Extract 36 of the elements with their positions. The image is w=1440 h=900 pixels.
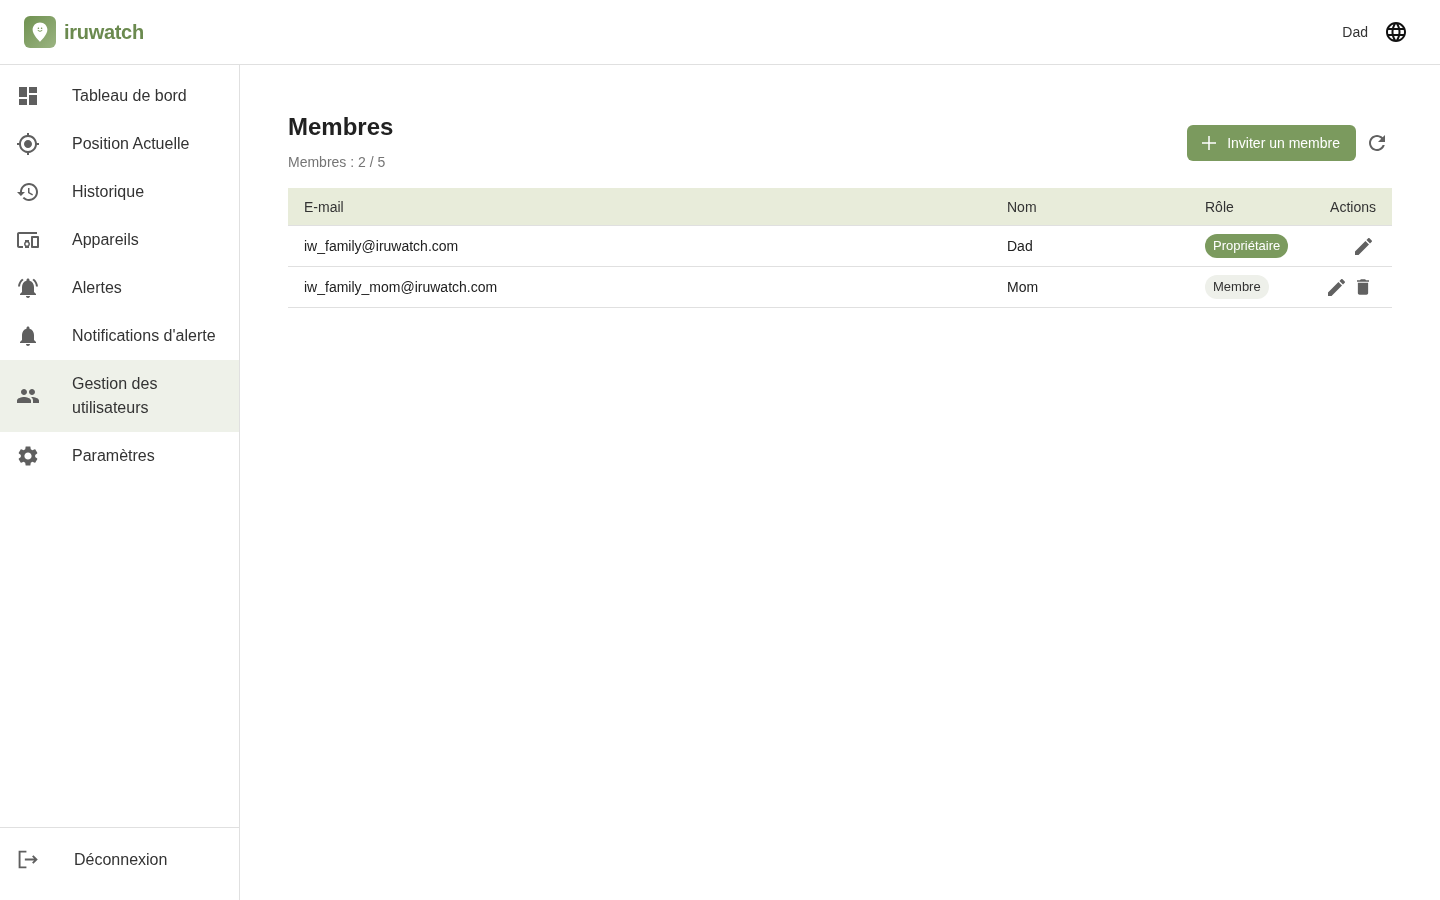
user-name: Dad [1342, 24, 1368, 40]
dashboard-icon [16, 84, 40, 108]
refresh-icon[interactable] [1369, 135, 1385, 151]
gear-icon [16, 444, 40, 468]
language-globe-icon[interactable] [1386, 22, 1406, 42]
history-icon [16, 180, 40, 204]
column-header: Actions [1308, 188, 1392, 226]
sidebar-item[interactable]: Position Actuelle [0, 120, 239, 168]
map-pin-logo-icon [24, 16, 56, 48]
brand-name: iruwatch [64, 20, 144, 44]
role-badge: Propriétaire [1205, 234, 1289, 258]
ringing-bell-icon [16, 276, 40, 300]
email-cell: iw_family_mom@iruwatch.com [288, 266, 991, 308]
member-count: Membres : 2 / 5 [288, 154, 387, 171]
sidebar-item[interactable]: Historique [0, 168, 239, 216]
page-title: Membres [288, 113, 394, 141]
sidebar-item[interactable]: Alertes [0, 264, 239, 312]
role-badge: Membre [1205, 275, 1269, 299]
plus-icon [1202, 136, 1217, 150]
name-cell: Dad [991, 225, 1189, 267]
edit-icon[interactable] [1355, 237, 1372, 255]
name-cell: Mom [991, 266, 1189, 308]
email-cell: iw_family@iruwatch.com [288, 225, 991, 267]
crosshair-icon [16, 132, 40, 156]
edit-icon[interactable] [1328, 278, 1345, 296]
sidebar-item[interactable]: Tableau de bord [0, 72, 239, 120]
delete-icon[interactable] [1357, 279, 1369, 295]
sidebar-item[interactable]: Appareils [0, 216, 239, 264]
column-header: Rôle [1189, 188, 1308, 226]
logout-arrow-icon [16, 850, 38, 869]
sidebar-item[interactable]: Paramètres [0, 432, 239, 480]
logout-item[interactable]: Déconnexion [0, 836, 239, 884]
column-header: E-mail [288, 188, 991, 226]
column-header: Nom [991, 188, 1189, 226]
sidebar-item[interactable]: Notifications d'alerte [0, 312, 239, 360]
sidebar-item[interactable]: Gestion des utilisateurs [0, 360, 239, 432]
